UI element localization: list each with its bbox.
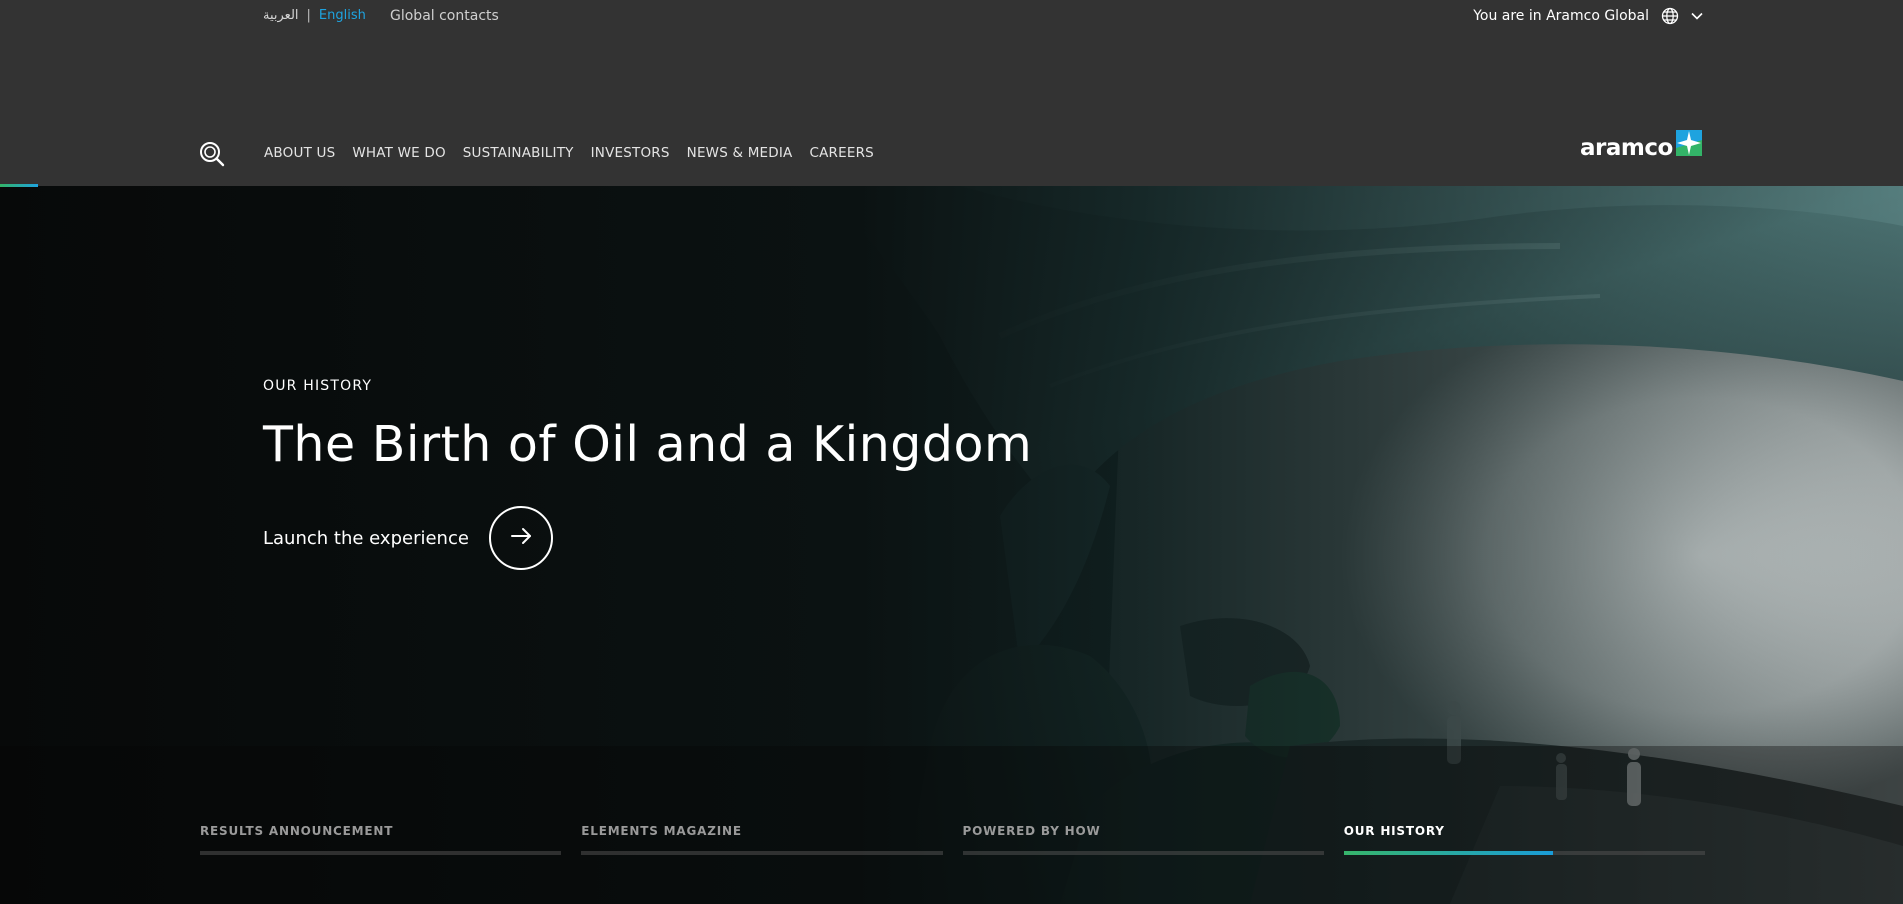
nav-list: ABOUT US WHAT WE DO SUSTAINABILITY INVES…	[264, 145, 874, 161]
page: العربية | English Global contacts You ar…	[0, 0, 1903, 904]
cta-label: Launch the experience	[263, 527, 469, 549]
hero-text-block: OUR HISTORY The Birth of Oil and a Kingd…	[263, 378, 1032, 473]
tab-label: POWERED BY HOW	[962, 824, 1101, 838]
nav-item-sustainability[interactable]: SUSTAINABILITY	[463, 145, 574, 161]
logo-star-icon	[1675, 130, 1702, 156]
launch-experience-cta[interactable]: Launch the experience	[263, 506, 553, 570]
hero-carousel: OUR HISTORY The Birth of Oil and a Kingd…	[0, 186, 1903, 904]
tab-progress-track	[200, 851, 562, 855]
search-icon	[198, 142, 226, 172]
launch-experience-button[interactable]	[488, 506, 553, 570]
main-navigation: ABOUT US WHAT WE DO SUSTAINABILITY INVES…	[0, 130, 1903, 170]
tab-progress-track	[581, 851, 943, 855]
nav-item-news-media[interactable]: NEWS & MEDIA	[687, 145, 793, 161]
nav-item-what-we-do[interactable]: WHAT WE DO	[352, 145, 445, 161]
tab-label: ELEMENTS MAGAZINE	[581, 824, 742, 838]
hero-eyebrow: OUR HISTORY	[263, 378, 373, 394]
site-header: العربية | English Global contacts You ar…	[0, 0, 1903, 186]
tab-label: OUR HISTORY	[1343, 824, 1445, 838]
language-switcher: العربية | English	[263, 8, 366, 23]
globe-icon	[1661, 7, 1679, 25]
utility-bar: العربية | English Global contacts You ar…	[0, 0, 1903, 34]
nav-item-careers[interactable]: CAREERS	[810, 145, 874, 161]
global-contacts-link[interactable]: Global contacts	[390, 8, 499, 24]
nav-item-investors[interactable]: INVESTORS	[591, 145, 670, 161]
tab-progress-track	[1343, 851, 1705, 855]
tab-powered-by-how[interactable]: POWERED BY HOW	[962, 824, 1324, 855]
tab-results-announcement[interactable]: RESULTS ANNOUNCEMENT	[200, 824, 562, 855]
hero-title: The Birth of Oil and a Kingdom	[263, 416, 1033, 473]
page-load-indicator	[0, 184, 38, 187]
carousel-tabs: RESULTS ANNOUNCEMENT ELEMENTS MAGAZINE P…	[200, 824, 1705, 855]
tab-progress-fill	[1343, 851, 1554, 855]
tab-label: RESULTS ANNOUNCEMENT	[200, 824, 394, 838]
tab-our-history[interactable]: OUR HISTORY	[1343, 824, 1705, 855]
region-selector[interactable]: You are in Aramco Global	[1473, 7, 1703, 25]
language-english-link[interactable]: English	[319, 8, 366, 23]
tab-progress-track	[962, 851, 1324, 855]
aramco-logo[interactable]: aramco	[1580, 130, 1705, 163]
search-button[interactable]	[198, 140, 226, 168]
tab-elements-magazine[interactable]: ELEMENTS MAGAZINE	[581, 824, 943, 855]
chevron-down-icon	[1691, 12, 1703, 20]
language-arabic-link[interactable]: العربية	[263, 8, 299, 23]
region-label: You are in Aramco Global	[1473, 8, 1649, 24]
nav-item-about-us[interactable]: ABOUT US	[264, 145, 335, 161]
arrow-right-icon	[509, 524, 533, 552]
language-separator: |	[306, 8, 311, 23]
logo-wordmark: aramco	[1580, 134, 1673, 161]
